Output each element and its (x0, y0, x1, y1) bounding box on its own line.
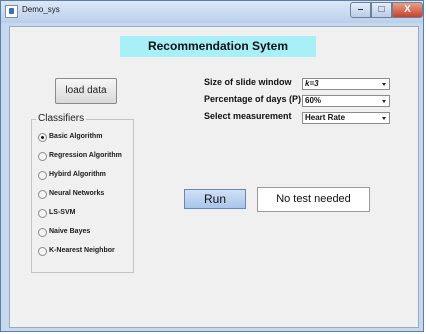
slide-window-select[interactable]: k=3 (302, 78, 390, 90)
run-button[interactable]: Run (184, 189, 246, 209)
chevron-down-icon (382, 100, 386, 103)
percentage-days-label: Percentage of days (P) (204, 94, 302, 104)
percentage-days-value: 60% (305, 96, 322, 105)
title-bar[interactable]: Demo_sys – □ X (1, 1, 423, 23)
radio-button[interactable] (38, 133, 47, 142)
radio-button[interactable] (38, 247, 47, 256)
main-panel: Recommendation Sytem load data Classifie… (9, 26, 419, 328)
radio-button[interactable] (38, 228, 47, 237)
maximize-button[interactable]: □ (371, 2, 392, 18)
status-display: No test needed (257, 187, 370, 212)
slide-window-label: Size of slide window (204, 77, 292, 87)
load-data-button[interactable]: load data (55, 78, 117, 104)
radio-button[interactable] (38, 190, 47, 199)
classifiers-group: Classifiers Basic Algorithm Regression A… (31, 113, 134, 273)
minimize-button[interactable]: – (350, 2, 371, 18)
radio-button[interactable] (38, 171, 47, 180)
application-window: Demo_sys – □ X Recommendation Sytem load… (0, 0, 424, 332)
measurement-label: Select measurement (204, 111, 292, 121)
classifiers-label: Classifiers (36, 113, 87, 124)
slide-window-value: k=3 (305, 79, 319, 88)
radio-button[interactable] (38, 152, 47, 161)
app-icon (5, 5, 18, 18)
classifier-option-label: Regression Algorithm (49, 152, 122, 159)
radio-button[interactable] (38, 209, 47, 218)
chevron-down-icon (382, 117, 386, 120)
classifier-option-label: K-Nearest Neighbor (49, 247, 115, 254)
chevron-down-icon (382, 83, 386, 86)
measurement-value: Heart Rate (305, 113, 346, 122)
window-title: Demo_sys (22, 5, 60, 14)
percentage-days-select[interactable]: 60% (302, 95, 390, 107)
classifier-option-label: LS-SVM (49, 209, 76, 216)
page-title: Recommendation Sytem (120, 36, 316, 57)
classifier-option-label: Naive Bayes (49, 228, 91, 235)
measurement-select[interactable]: Heart Rate (302, 112, 390, 124)
classifier-option-label: Neural Networks (49, 190, 105, 197)
classifier-option-label: Hybird Algorithm (49, 171, 106, 178)
classifier-option-label: Basic Algorithm (49, 133, 103, 140)
close-button[interactable]: X (392, 2, 423, 18)
